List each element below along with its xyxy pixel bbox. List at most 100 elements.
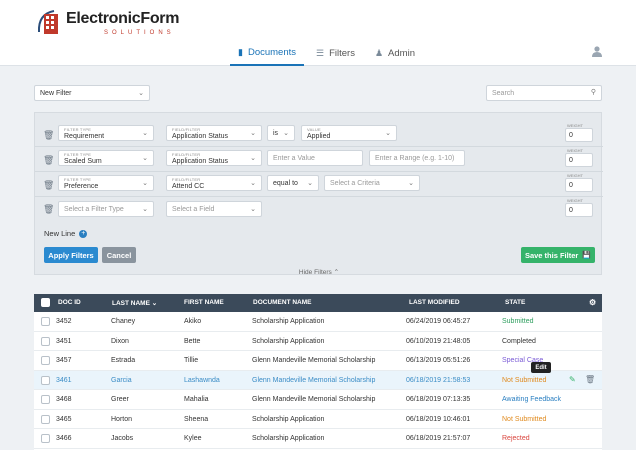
state-cell: Not Submitted [502, 415, 547, 423]
admin-icon: ♟ [374, 47, 384, 58]
save-filter-button[interactable]: Save this Filter 💾 [521, 247, 595, 263]
table-row[interactable]: 3457 Estrada Tillie Glenn Mandeville Memori… [34, 351, 602, 371]
weight-input[interactable]: 0 [565, 203, 593, 217]
first-name-cell: Sheena [184, 415, 209, 423]
app-header: ElectronicForm SOLUTIONS ▮ Documents ☰ F… [0, 0, 636, 66]
nav-documents-label: Documents [247, 46, 297, 58]
table-row[interactable]: 3451 Dixon Bette Scholarship Application 06/… [34, 332, 602, 351]
chevron-down-icon: ⌄ [142, 130, 148, 137]
value-select[interactable]: VALUE Applied ⌄ [301, 125, 397, 141]
criteria-select[interactable]: Select a Criteria ⌄ [324, 175, 420, 191]
value-caption: VALUE [307, 127, 321, 132]
logo[interactable]: ElectronicForm SOLUTIONS [36, 8, 186, 40]
field-select[interactable]: Select a Field ⌄ [166, 201, 262, 217]
document-name-cell: Glenn Mandeville Memorial Scholarship [252, 357, 376, 364]
col-state[interactable]: STATE [505, 299, 525, 306]
saved-filter-select[interactable]: New Filter ⌄ [34, 85, 150, 101]
save-icon: 💾 [582, 252, 592, 259]
field-select[interactable]: FIELD/FILTER Application Status ⌄ [166, 150, 262, 166]
edit-icon[interactable]: ✎ [569, 375, 576, 384]
save-filter-label: Save this Filter [524, 250, 579, 260]
user-icon[interactable] [591, 45, 603, 57]
search-input[interactable]: Search ⚲ [486, 85, 602, 101]
col-last-modified[interactable]: LAST MODIFIED [409, 299, 460, 306]
field-caption: FIELD/FILTER [172, 127, 201, 132]
filter-panel: 🗑 FILTER TYPE Requirement ⌄ FIELD/FILTER… [34, 112, 603, 276]
plus-icon: + [79, 229, 88, 238]
col-document-name[interactable]: DOCUMENT NAME [253, 299, 312, 306]
last-name-cell: Jacobs [111, 435, 134, 442]
first-name-cell: Kylee [184, 435, 202, 442]
filter-type-select[interactable]: FILTER TYPE Requirement ⌄ [58, 125, 154, 141]
delete-row-icon[interactable]: 🗑 [43, 180, 54, 191]
row-checkbox[interactable] [41, 434, 50, 443]
doc-id-cell: 3468 [56, 396, 72, 403]
weight-input[interactable]: 0 [565, 153, 593, 167]
delete-row-icon[interactable]: 🗑 [43, 155, 54, 166]
last-modified-cell: 06/24/2019 06:45:27 [406, 318, 471, 325]
col-doc-id[interactable]: DOC ID [58, 299, 81, 306]
search-icon: ⚲ [590, 89, 596, 96]
col-last-name-label: LAST NAME [112, 300, 150, 307]
row-checkbox[interactable] [41, 336, 50, 346]
weight-input[interactable]: 0 [565, 128, 593, 142]
state-cell: Completed [502, 337, 536, 345]
row-checkbox[interactable] [41, 356, 50, 365]
row-checkbox[interactable] [41, 375, 50, 385]
col-first-name[interactable]: FIRST NAME [184, 299, 224, 306]
table-row[interactable]: 3461 Garcia Lashawnda Glenn Mandeville Memo… [34, 370, 602, 390]
row-divider [35, 196, 603, 197]
table-row[interactable]: 3468 Greer Mahalia Glenn Mandeville Memoria… [34, 390, 602, 410]
last-name-cell: Dixon [111, 337, 129, 345]
filter-type-select[interactable]: FILTER TYPE Scaled Sum ⌄ [58, 150, 154, 166]
settings-gear-icon[interactable]: ⚙ [589, 298, 596, 307]
table-row[interactable]: 3452 Chaney Akiko Scholarship Application 06… [34, 312, 602, 332]
chevron-down-icon: ⌄ [250, 180, 256, 187]
hide-filters-toggle[interactable]: Hide Filters ⌃ [35, 268, 603, 276]
field-select[interactable]: FIELD/FILTER Application Status ⌄ [166, 125, 262, 141]
row-checkbox[interactable] [41, 414, 50, 424]
delete-icon[interactable]: 🗑 [585, 375, 595, 384]
field-select[interactable]: FIELD/FILTER Attend CC ⌄ [166, 175, 262, 191]
operator-select[interactable]: equal to ⌄ [267, 175, 319, 191]
col-last-name[interactable]: LAST NAME ⌄ [112, 299, 157, 307]
document-name-cell: Scholarship Application [252, 337, 325, 345]
select-all-checkbox[interactable] [41, 298, 50, 307]
weight-value: 0 [569, 156, 573, 164]
operator-select[interactable]: is ⌄ [267, 125, 295, 141]
apply-filters-button[interactable]: Apply Filters [44, 247, 98, 263]
value-input[interactable]: Enter a Value [267, 150, 363, 166]
table-row[interactable]: 3465 Horton Sheena Scholarship Application 0… [34, 410, 602, 429]
weight-input[interactable]: 0 [565, 178, 593, 192]
filter-type-placeholder: Select a Filter Type [64, 205, 124, 213]
row-checkbox[interactable] [41, 317, 50, 326]
field-value: Application Status [172, 157, 229, 165]
last-modified-cell: 06/18/2019 21:58:53 [406, 376, 471, 384]
nav-filters[interactable]: ☰ Filters [308, 40, 363, 66]
table-row[interactable]: 3466 Jacobs Kylee Scholarship Application 06… [34, 429, 602, 449]
weight-value: 0 [569, 131, 573, 139]
filter-type-select[interactable]: Select a Filter Type ⌄ [58, 201, 154, 217]
new-line-button[interactable]: New Line + [44, 229, 88, 238]
first-name-cell: Mahalia [184, 396, 209, 403]
state-cell: Rejected [502, 435, 530, 442]
doc-id-cell: 3451 [56, 337, 72, 345]
nav-admin[interactable]: ♟ Admin [367, 40, 423, 66]
filter-type-select[interactable]: FILTER TYPE Preference ⌄ [58, 175, 154, 191]
edit-tooltip: Edit [531, 362, 551, 373]
row-divider [35, 171, 603, 172]
last-modified-cell: 06/18/2019 10:46:01 [406, 415, 471, 423]
delete-row-icon[interactable]: 🗑 [43, 204, 54, 215]
chevron-down-icon: ⌄ [307, 180, 313, 187]
nav-filters-label: Filters [329, 47, 355, 59]
state-cell: Awaiting Feedback [502, 396, 562, 403]
last-name-cell: Greer [111, 396, 129, 403]
chevron-down-icon: ⌄ [142, 155, 148, 162]
range-input[interactable]: Enter a Range (e.g. 1-10) [369, 150, 465, 166]
cancel-button[interactable]: Cancel [102, 247, 136, 263]
document-name-cell: Scholarship Application [252, 318, 325, 325]
delete-row-icon[interactable]: 🗑 [43, 130, 54, 141]
nav-documents[interactable]: ▮ Documents [230, 40, 305, 66]
chevron-down-icon: ⌄ [283, 130, 289, 137]
row-checkbox[interactable] [41, 395, 50, 404]
